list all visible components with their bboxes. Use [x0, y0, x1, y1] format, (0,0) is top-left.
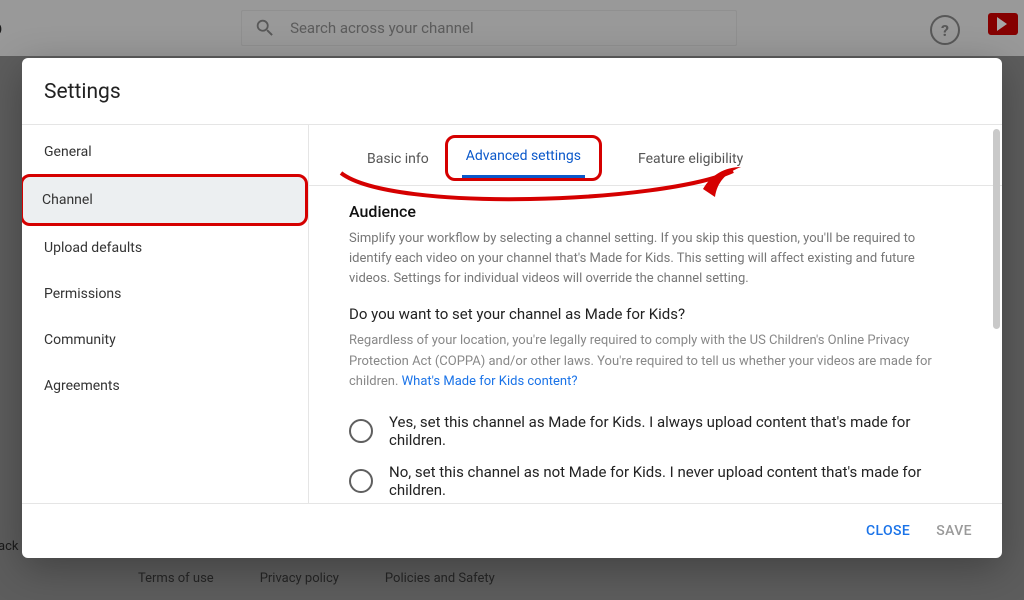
- sidebar-item-general[interactable]: General: [22, 129, 308, 175]
- modal-footer: CLOSE SAVE: [22, 503, 1002, 558]
- sidebar-item-permissions[interactable]: Permissions: [22, 271, 308, 317]
- sidebar-item-channel[interactable]: Channel: [22, 174, 308, 226]
- sidebar-item-community[interactable]: Community: [22, 317, 308, 363]
- modal-title: Settings: [22, 58, 1002, 124]
- audience-legal: Regardless of your location, you're lega…: [349, 331, 958, 391]
- settings-sidebar: General Channel Upload defaults Permissi…: [22, 125, 309, 503]
- made-for-kids-link[interactable]: What's Made for Kids content?: [402, 374, 578, 389]
- scrollbar-thumb[interactable]: [993, 129, 1000, 329]
- settings-modal: Settings General Channel Upload defaults…: [22, 58, 1002, 558]
- close-button[interactable]: CLOSE: [866, 523, 910, 539]
- radio-icon: [349, 469, 373, 493]
- audience-description: Simplify your workflow by selecting a ch…: [349, 229, 958, 289]
- tab-advanced-settings[interactable]: Advanced settings: [445, 135, 602, 181]
- tab-feature-eligibility[interactable]: Feature eligibility: [620, 141, 761, 185]
- save-button[interactable]: SAVE: [936, 523, 972, 539]
- content-scroll[interactable]: Audience Simplify your workflow by selec…: [309, 186, 1002, 503]
- settings-tabs: Basic info Advanced settings Feature eli…: [309, 125, 1002, 186]
- radio-option-no[interactable]: No, set this channel as not Made for Kid…: [349, 456, 958, 503]
- modal-body: General Channel Upload defaults Permissi…: [22, 124, 1002, 503]
- tab-basic-info[interactable]: Basic info: [349, 141, 447, 185]
- sidebar-item-upload-defaults[interactable]: Upload defaults: [22, 225, 308, 271]
- radio-option-yes[interactable]: Yes, set this channel as Made for Kids. …: [349, 406, 958, 456]
- audience-heading: Audience: [349, 202, 958, 221]
- audience-question: Do you want to set your channel as Made …: [349, 305, 958, 323]
- radio-icon: [349, 419, 373, 443]
- settings-content: Basic info Advanced settings Feature eli…: [309, 125, 1002, 503]
- sidebar-item-agreements[interactable]: Agreements: [22, 363, 308, 409]
